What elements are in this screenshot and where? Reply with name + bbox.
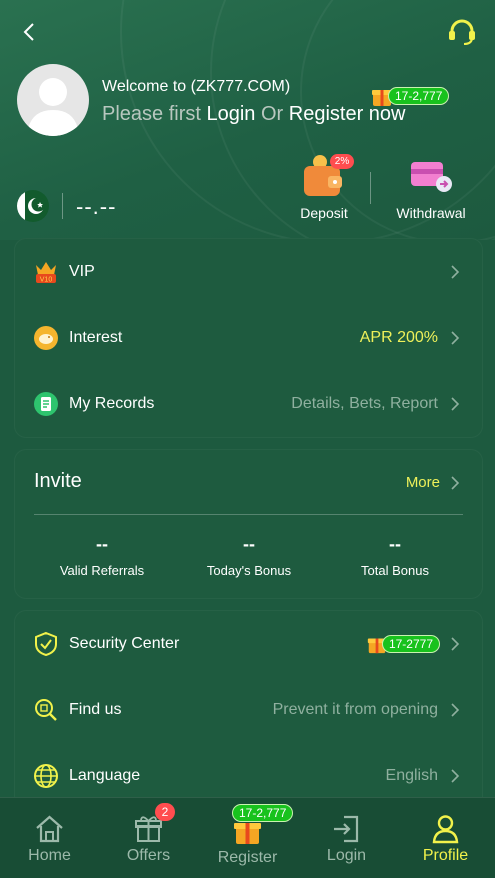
deposit-label: Deposit — [300, 205, 348, 221]
tab-register-label: Register — [217, 849, 278, 866]
balance-value: --.-- — [76, 194, 117, 219]
invite-more-link[interactable]: More — [406, 474, 440, 491]
stat-todays-bonus: -- Today's Bonus — [206, 534, 292, 578]
withdrawal-label: Withdrawal — [396, 205, 466, 221]
bottom-tab-bar: Home 2 Offers 17-2,777 Register Login Pr… — [0, 797, 495, 878]
records-document-icon — [33, 391, 59, 417]
tab-home[interactable]: Home — [0, 798, 99, 878]
tab-offers-label: Offers — [126, 847, 171, 864]
tab-home-label: Home — [28, 847, 71, 864]
language-label: Language — [69, 767, 141, 784]
tab-profile[interactable]: Profile — [396, 798, 495, 878]
svg-text:V10: V10 — [40, 277, 53, 284]
find-us-label: Find us — [69, 701, 122, 718]
chevron-right-icon — [450, 265, 460, 279]
account-menu-card: V10 VIP Interest APR 200% My Records Det… — [14, 238, 483, 438]
divider — [370, 172, 371, 204]
tab-offers[interactable]: 2 Offers — [99, 798, 198, 878]
menu-row-find-us[interactable]: Find us Prevent it from opening — [15, 677, 482, 743]
avatar[interactable] — [17, 64, 89, 136]
pakistan-flag-icon[interactable] — [17, 190, 49, 222]
menu-row-vip[interactable]: V10 VIP — [15, 239, 482, 305]
vip-label: VIP — [69, 263, 95, 280]
invite-card: Invite More -- Valid Referrals -- Today'… — [14, 449, 483, 599]
offers-badge: 2 — [155, 803, 175, 821]
login-link[interactable]: Login — [206, 103, 255, 125]
vip-crown-icon: V10 — [33, 259, 59, 285]
chevron-right-icon — [450, 703, 460, 717]
chevron-right-icon[interactable] — [450, 476, 460, 495]
interest-label: Interest — [69, 329, 123, 346]
login-door-icon — [334, 815, 359, 843]
card-withdraw-icon — [411, 162, 452, 192]
divider — [34, 514, 463, 515]
chevron-right-icon — [450, 637, 460, 651]
deposit-button[interactable]: 2% Deposit — [292, 154, 356, 224]
menu-row-my-records[interactable]: My Records Details, Bets, Report — [15, 371, 482, 437]
search-building-icon — [33, 697, 59, 723]
language-value: English — [385, 767, 438, 784]
back-icon[interactable] — [18, 20, 42, 44]
home-icon — [36, 815, 63, 843]
gift-badge-text: 17-2,777 — [388, 87, 450, 105]
deposit-badge: 2% — [330, 154, 354, 169]
headset-support-icon[interactable] — [447, 18, 477, 46]
stat-valid-referrals: -- Valid Referrals — [59, 534, 145, 578]
withdrawal-button[interactable]: Withdrawal — [390, 160, 472, 224]
chevron-right-icon — [450, 331, 460, 345]
piggy-bank-icon — [33, 325, 59, 351]
gift-promo-badge[interactable]: 17-2,777 — [370, 84, 450, 108]
security-gift-badge: 17-2777 — [366, 633, 440, 655]
security-center-label: Security Center — [69, 635, 180, 652]
my-records-label: My Records — [69, 395, 155, 412]
login-prompt: Please first Login Or Register now — [102, 103, 406, 125]
find-us-value: Prevent it from opening — [272, 701, 438, 718]
settings-menu-card: Security Center 17-2777 Find us Prevent … — [14, 610, 483, 812]
tab-register[interactable]: 17-2,777 Register — [198, 798, 297, 878]
tab-login-label: Login — [326, 847, 367, 864]
chevron-right-icon — [450, 397, 460, 411]
tab-profile-label: Profile — [422, 847, 469, 864]
globe-icon — [33, 763, 59, 789]
divider — [62, 193, 63, 219]
welcome-text: Welcome to (ZK777.COM) — [102, 78, 291, 95]
shield-check-icon — [33, 631, 59, 657]
invite-title: Invite — [34, 470, 82, 492]
menu-row-interest[interactable]: Interest APR 200% — [15, 305, 482, 371]
user-profile-icon — [432, 815, 459, 844]
chevron-right-icon — [450, 769, 460, 783]
stat-total-bonus: -- Total Bonus — [361, 534, 429, 578]
register-badge: 17-2,777 — [232, 804, 294, 822]
menu-row-security-center[interactable]: Security Center 17-2777 — [15, 611, 482, 677]
my-records-value: Details, Bets, Report — [291, 395, 438, 412]
interest-value: APR 200% — [359, 329, 438, 346]
tab-login[interactable]: Login — [297, 798, 396, 878]
